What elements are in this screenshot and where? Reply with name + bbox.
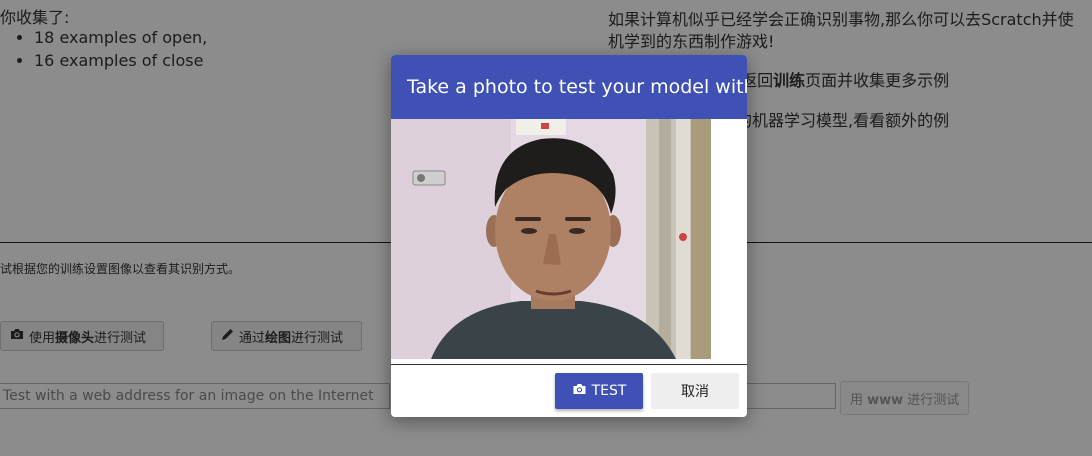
test-button-label: TEST xyxy=(591,383,627,399)
take-photo-test-button[interactable]: TEST xyxy=(555,373,643,409)
webcam-preview xyxy=(391,119,711,359)
webcam-test-dialog: Take a photo to test your model with TES… xyxy=(391,55,747,417)
cancel-button[interactable]: 取消 xyxy=(651,373,739,409)
dialog-divider xyxy=(391,364,747,365)
dialog-title: Take a photo to test your model with xyxy=(391,55,747,119)
camera-icon xyxy=(572,383,587,399)
